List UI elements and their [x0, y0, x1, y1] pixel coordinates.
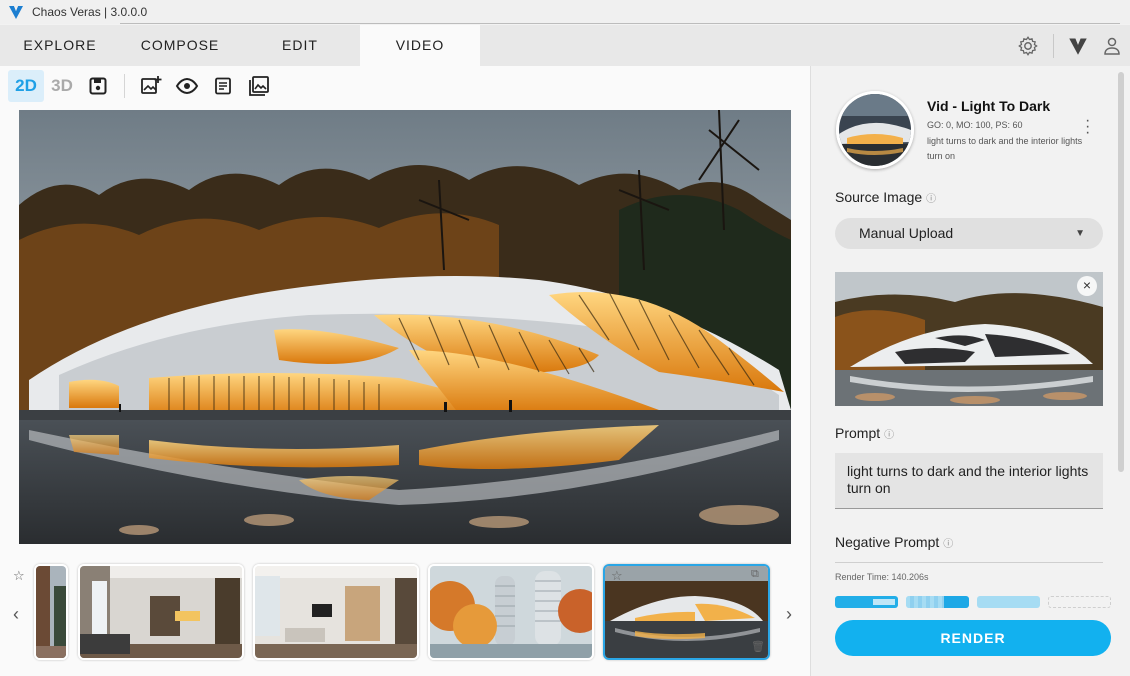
thumbnail-2[interactable] — [78, 564, 244, 660]
thumbnail-1[interactable] — [34, 564, 68, 660]
preset-title: Vid - Light To Dark — [927, 98, 1051, 114]
user-icon[interactable] — [1102, 36, 1122, 56]
negative-prompt-label: Negative Prompt ⓘ — [835, 534, 954, 550]
thumbnail-3[interactable] — [253, 564, 419, 660]
tab-explore[interactable]: EXPLORE — [0, 25, 120, 66]
thumbnail-4[interactable] — [428, 564, 594, 660]
gear-icon[interactable] — [1017, 35, 1039, 57]
copy-icon[interactable]: ⧉ — [751, 568, 759, 581]
render-time: Render Time: 140.206s — [835, 572, 929, 582]
preset-params: GO: 0, MO: 100, PS: 60 — [927, 120, 1023, 130]
tab-video[interactable]: VIDEO — [360, 25, 480, 66]
settings-panel: Vid - Light To Dark GO: 0, MO: 100, PS: … — [810, 66, 1130, 676]
tab-bar: EXPLORE COMPOSE EDIT VIDEO — [0, 25, 1130, 66]
progress-segment-1 — [835, 596, 898, 608]
chevron-left-icon[interactable]: ‹ — [13, 604, 19, 625]
close-icon[interactable]: × — [1077, 276, 1097, 296]
notes-icon[interactable] — [205, 70, 241, 102]
thumbnail-strip: ☆ ‹ ☆ ⧉ 🗑 › — [0, 564, 810, 664]
toolbar-divider — [124, 74, 125, 98]
chevron-right-icon[interactable]: › — [786, 604, 792, 625]
title-divider — [120, 23, 1120, 24]
viewer-toolbar: 2D 3D — [8, 70, 277, 102]
info-icon[interactable]: ⓘ — [926, 194, 936, 205]
eye-icon[interactable] — [169, 70, 205, 102]
veras-logo-icon — [9, 6, 23, 19]
add-image-icon[interactable] — [133, 70, 169, 102]
source-image-dropdown[interactable]: Manual Upload ▼ — [835, 218, 1103, 249]
info-icon[interactable]: ⓘ — [884, 430, 894, 441]
render-progress — [835, 596, 1111, 608]
main-panel: 2D 3D ☆ ‹ ☆ ⧉ 🗑 › — [0, 66, 810, 676]
mode-2d-button[interactable]: 2D — [8, 70, 44, 102]
preset-avatar[interactable] — [836, 91, 914, 169]
favorite-star-icon[interactable]: ☆ — [611, 568, 623, 584]
progress-segment-4 — [1048, 596, 1111, 608]
prompt-input[interactable]: light turns to dark and the interior lig… — [835, 453, 1103, 509]
veras-brand-icon[interactable] — [1068, 36, 1088, 56]
gallery-icon[interactable] — [241, 70, 277, 102]
render-button[interactable]: RENDER — [835, 620, 1111, 656]
window-title: Chaos Veras | 3.0.0.0 — [32, 5, 148, 19]
delete-icon[interactable]: 🗑 — [751, 640, 765, 653]
progress-segment-3 — [977, 596, 1040, 608]
negative-prompt-input[interactable] — [835, 562, 1103, 563]
prompt-label: Prompt ⓘ — [835, 425, 895, 441]
progress-segment-2 — [906, 596, 969, 608]
title-bar: Chaos Veras | 3.0.0.0 — [0, 0, 1130, 24]
caret-down-icon: ▼ — [1075, 228, 1085, 239]
main-render-image[interactable] — [19, 110, 791, 544]
more-options-icon[interactable]: · · · — [1085, 113, 1090, 141]
source-image-label: Source Image ⓘ — [835, 189, 937, 205]
info-icon[interactable]: ⓘ — [943, 539, 953, 550]
source-image-preview — [835, 272, 1103, 406]
mode-3d-button[interactable]: 3D — [44, 70, 80, 102]
header-divider — [1053, 33, 1054, 58]
preset-description: light turns to dark and the interior lig… — [927, 136, 1083, 161]
star-icon[interactable]: ☆ — [13, 568, 25, 584]
tab-compose[interactable]: COMPOSE — [120, 25, 240, 66]
scrollbar[interactable] — [1118, 72, 1124, 472]
thumbnail-5-selected[interactable] — [603, 564, 770, 660]
header-actions — [1017, 25, 1122, 66]
dropdown-value: Manual Upload — [859, 225, 954, 241]
save-icon[interactable] — [80, 70, 116, 102]
tab-edit[interactable]: EDIT — [240, 25, 360, 66]
